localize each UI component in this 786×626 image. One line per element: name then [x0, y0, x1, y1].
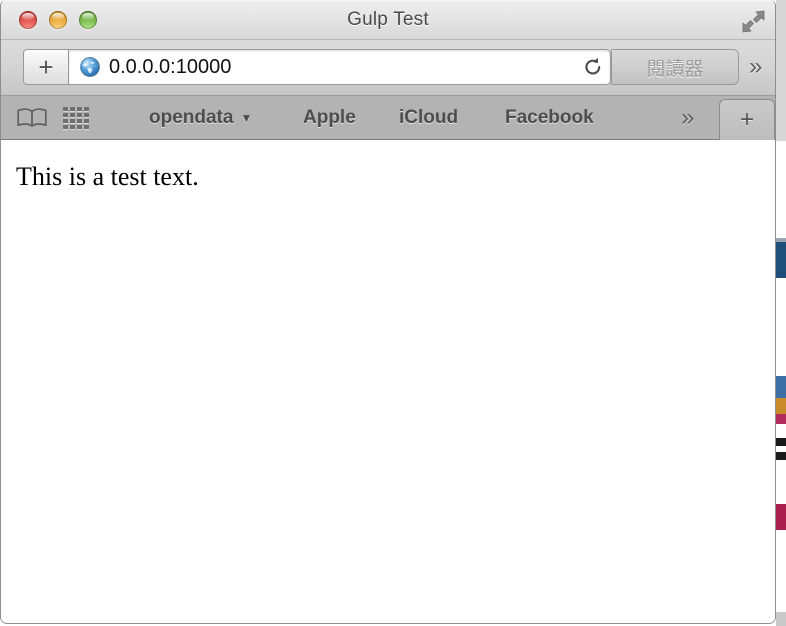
bookmark-icloud[interactable]: iCloud	[399, 104, 458, 132]
background-fragment	[776, 424, 786, 438]
background-fragment	[776, 438, 786, 446]
background-fragment	[776, 242, 786, 278]
bookmarks-bar: opendata ▼ Apple iCloud Facebook » +	[1, 96, 775, 140]
reader-label: 閱讀器	[646, 58, 704, 80]
background-fragment	[776, 376, 786, 398]
globe-icon	[79, 56, 101, 78]
grid-cell	[70, 125, 75, 129]
background-desktop-sliver	[776, 0, 786, 626]
grid-cell	[84, 113, 89, 117]
new-tab-button[interactable]: +	[719, 99, 775, 140]
browser-toolbar: + 0.0.0.0:10000 閱讀器 »	[1, 40, 775, 96]
grid-cell	[70, 119, 75, 123]
grid-cell	[63, 107, 68, 111]
plus-icon: +	[38, 52, 54, 82]
grid-cell	[77, 107, 82, 111]
window-title-bar: Gulp Test	[1, 0, 775, 40]
reader-button[interactable]: 閱讀器	[611, 49, 739, 85]
toolbar-overflow-chevron-icon[interactable]: »	[749, 54, 762, 80]
grid-cell	[77, 113, 82, 117]
safari-browser-window: Gulp Test + 0.0.0.0:10000 閱讀器 » opendata…	[0, 0, 776, 624]
background-fragment	[776, 278, 786, 376]
page-body-text: This is a test text.	[16, 162, 199, 191]
background-fragment	[776, 398, 786, 414]
url-input[interactable]: 0.0.0.0:10000	[109, 56, 576, 79]
fullscreen-arrows-icon[interactable]	[739, 7, 767, 35]
open-book-icon[interactable]	[15, 107, 49, 129]
grid-cell	[70, 107, 75, 111]
grid-cell	[63, 119, 68, 123]
grid-cell	[63, 113, 68, 117]
background-fragment	[776, 504, 786, 530]
window-controls	[19, 11, 97, 29]
address-bar[interactable]: 0.0.0.0:10000	[69, 49, 611, 85]
background-fragment	[776, 530, 786, 612]
bookmark-label: Facebook	[505, 107, 594, 128]
grid-cell	[84, 119, 89, 123]
bookmark-label: Apple	[303, 107, 356, 128]
grid-cell	[63, 125, 68, 129]
reload-icon[interactable]	[576, 50, 610, 84]
background-fragment	[776, 414, 786, 424]
grid-cell	[70, 113, 75, 117]
zoom-button[interactable]	[79, 11, 97, 29]
bookmarks-overflow-chevron-icon[interactable]: »	[681, 104, 694, 132]
grid-cell	[84, 107, 89, 111]
bookmark-label: iCloud	[399, 107, 459, 128]
background-fragment	[776, 0, 786, 141]
grid-cell	[77, 125, 82, 129]
bookmark-facebook[interactable]: Facebook	[505, 104, 594, 132]
chevron-down-icon: ▼	[240, 111, 253, 125]
background-fragment	[776, 460, 786, 504]
web-page-viewport: This is a test text.	[1, 140, 775, 622]
bookmark-opendata[interactable]: opendata ▼	[149, 104, 252, 132]
close-button[interactable]	[19, 11, 37, 29]
background-fragment	[776, 612, 786, 626]
grid-cell	[77, 119, 82, 123]
grid-cell	[84, 125, 89, 129]
minimize-button[interactable]	[49, 11, 67, 29]
plus-icon: +	[739, 106, 754, 133]
background-fragment	[776, 452, 786, 460]
bookmark-label: opendata	[149, 107, 234, 128]
add-tab-button[interactable]: +	[23, 49, 69, 85]
bookmark-apple[interactable]: Apple	[303, 104, 356, 132]
grid-icon[interactable]	[63, 107, 89, 129]
background-fragment	[776, 141, 786, 238]
window-title: Gulp Test	[347, 9, 429, 30]
